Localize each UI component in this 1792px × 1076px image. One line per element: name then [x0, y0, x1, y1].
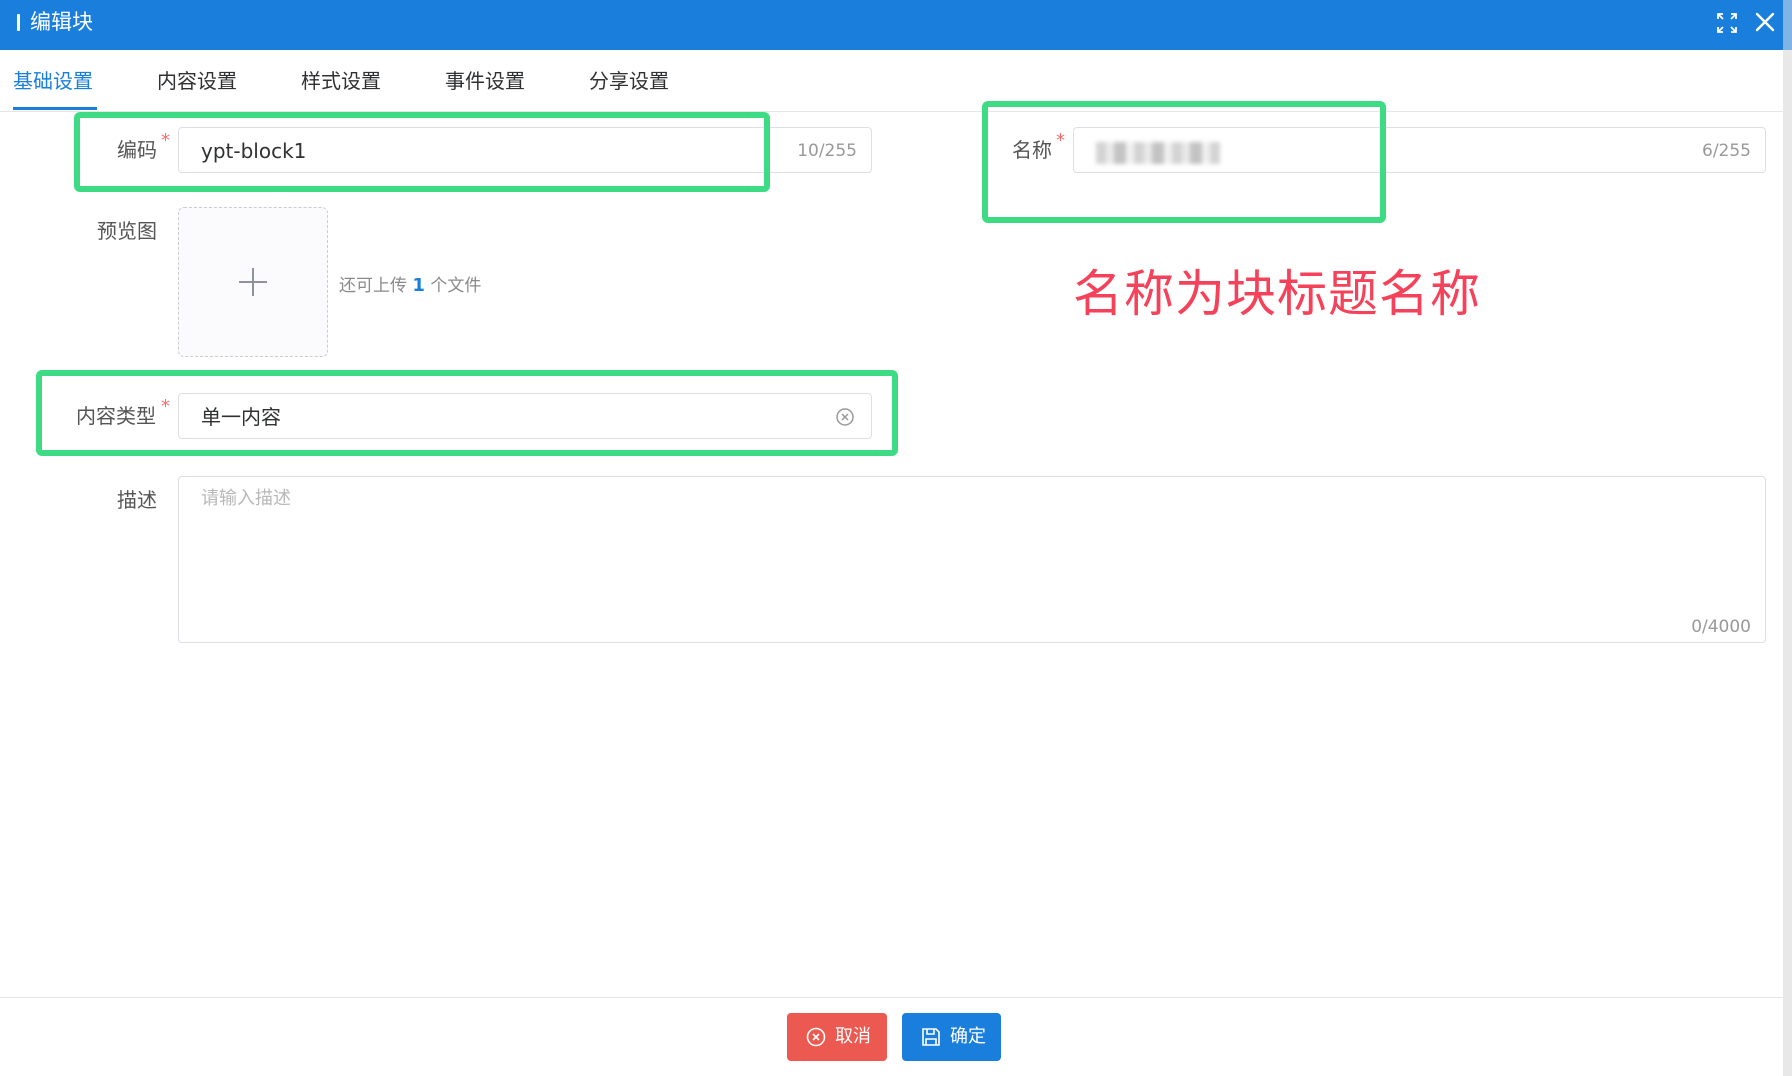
confirm-button[interactable]: 确定	[902, 1013, 1001, 1061]
tab-event-settings[interactable]: 事件设置	[445, 68, 525, 94]
dialog-title: 编辑块	[30, 10, 93, 34]
active-tab-indicator	[13, 107, 97, 110]
highlight-box-name	[982, 101, 1386, 223]
description-placeholder: 请输入描述	[201, 488, 291, 509]
plus-icon	[239, 268, 267, 296]
name-char-count: 6/255	[1702, 141, 1751, 161]
cancel-button[interactable]: 取消	[787, 1013, 887, 1061]
dialog-header: 编辑块	[0, 0, 1783, 50]
tab-basic-settings[interactable]: 基础设置	[13, 68, 93, 94]
highlight-box-code	[74, 112, 770, 192]
upload-hint: 还可上传 1 个文件	[339, 275, 482, 296]
save-icon	[922, 1028, 940, 1046]
cancel-circle-icon	[806, 1027, 826, 1047]
confirm-label: 确定	[950, 1026, 986, 1047]
tab-style-settings[interactable]: 样式设置	[301, 68, 381, 94]
tab-content-settings[interactable]: 内容设置	[157, 68, 237, 94]
maximize-icon[interactable]	[1716, 12, 1738, 34]
cancel-label: 取消	[835, 1026, 871, 1047]
tab-share-settings[interactable]: 分享设置	[589, 68, 669, 94]
description-textarea[interactable]: 请输入描述 0/4000	[178, 476, 1766, 643]
preview-label: 预览图	[97, 219, 157, 243]
tab-bar: 基础设置 内容设置 样式设置 事件设置 分享设置	[0, 50, 1783, 112]
annotation-text: 名称为块标题名称	[1073, 265, 1481, 323]
window-edge	[1783, 0, 1792, 1076]
code-char-count: 10/255	[797, 141, 857, 161]
description-label: 描述	[117, 488, 157, 512]
highlight-box-content-type	[36, 370, 898, 456]
image-upload-button[interactable]	[178, 207, 328, 357]
footer-divider	[0, 997, 1783, 998]
title-marker	[17, 14, 20, 31]
description-char-count: 0/4000	[1691, 617, 1751, 637]
close-icon[interactable]	[1752, 9, 1778, 35]
